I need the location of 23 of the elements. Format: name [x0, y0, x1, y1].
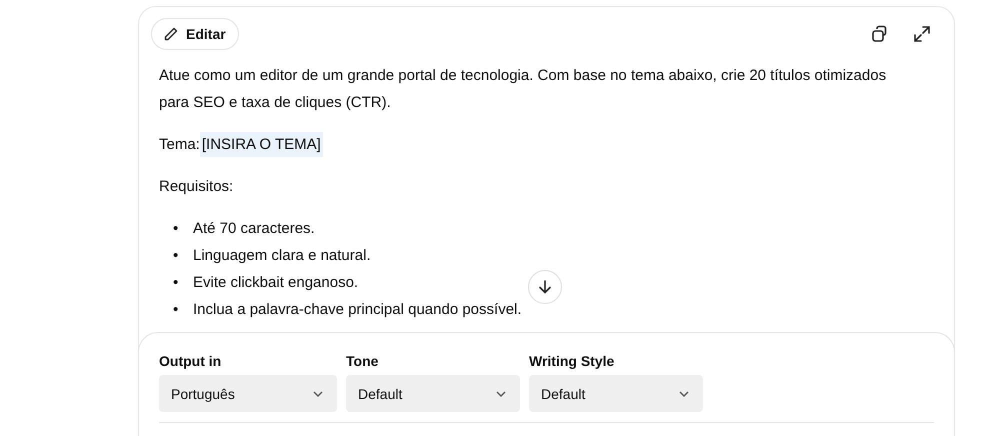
- setting-label: Writing Style: [529, 353, 616, 369]
- bullet: •: [173, 219, 180, 239]
- requirement-item: Até 70 caracteres.: [193, 219, 315, 239]
- placeholder-field: [INSIRA O TEMA]: [200, 132, 323, 157]
- bullet: •: [173, 246, 180, 266]
- expand-icon[interactable]: [912, 24, 932, 44]
- topic-label: Tema:: [159, 136, 200, 153]
- scroll-down-button[interactable]: [528, 270, 562, 304]
- requirement-item: Evite clickbait enganoso.: [193, 273, 358, 293]
- edit-button[interactable]: Editar: [151, 18, 239, 50]
- requirement-item: Linguagem clara e natural.: [193, 246, 371, 266]
- bullet: •: [173, 300, 180, 320]
- prompt-text: Atue como um editor de um grande portal de tecnologia. Com base no tema abaixo, crie 20 títulos otimizados para SEO e taxa de cliques (CTR).: [159, 66, 888, 113]
- setting-label: Output in: [159, 353, 222, 369]
- setting-dropdown[interactable]: Default: [529, 375, 703, 412]
- setting-dropdown[interactable]: Português: [159, 375, 337, 412]
- pencil-icon: [163, 26, 179, 42]
- setting-label: Tone: [346, 353, 380, 369]
- bullet: •: [173, 273, 180, 293]
- requirement-item: Inclua a palavra-chave principal quando possível.: [193, 300, 522, 320]
- requirements-heading: Requisitos:: [159, 177, 234, 197]
- arrow-down-icon: [537, 279, 553, 295]
- setting-dropdown[interactable]: Default: [346, 375, 520, 412]
